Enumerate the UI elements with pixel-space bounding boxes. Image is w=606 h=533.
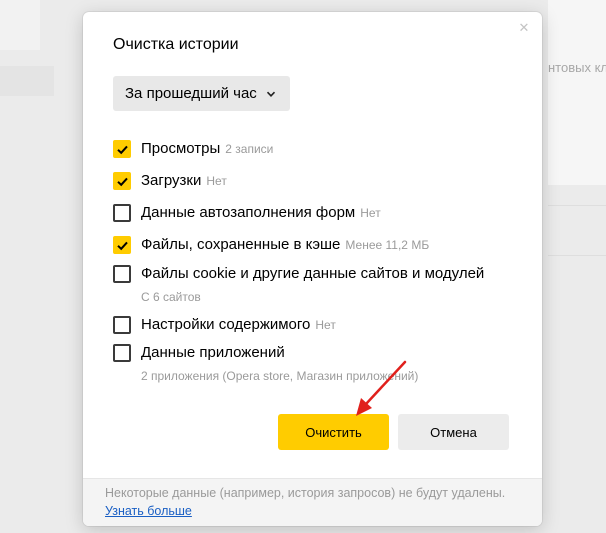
dialog-title: Очистка истории (113, 36, 239, 53)
option-sub-text: С 6 сайтов (141, 290, 201, 304)
background-card-right (548, 0, 606, 185)
option-cache[interactable]: Файлы, сохраненные в кэше Менее 11,2 МБ (113, 236, 429, 254)
background-text: нтовых кл (548, 60, 606, 75)
background-strip-left (0, 66, 54, 96)
learn-more-link[interactable]: Узнать больше (105, 504, 192, 518)
checkbox[interactable] (113, 265, 131, 283)
option-meta: Нет (315, 318, 336, 332)
checkbox-checked[interactable] (113, 140, 131, 158)
background-divider (548, 255, 606, 256)
period-dropdown[interactable]: За прошедший час (113, 76, 290, 111)
clear-history-dialog: ✕ Очистка истории За прошедший час Просм… (83, 12, 542, 526)
checkmark-icon (116, 241, 128, 250)
cancel-button[interactable]: Отмена (398, 414, 509, 450)
checkmark-icon (116, 177, 128, 186)
option-meta: Нет (206, 174, 227, 188)
dialog-footer: Некоторые данные (например, история запр… (83, 478, 542, 526)
option-label: Настройки содержимого (141, 316, 311, 333)
option-label: Просмотры (141, 140, 221, 157)
checkbox-checked[interactable] (113, 236, 131, 254)
option-meta: 2 записи (225, 142, 274, 156)
footer-note: Некоторые данные (например, история запр… (105, 486, 506, 500)
chevron-down-icon (266, 89, 276, 99)
option-label: Файлы cookie и другие данные сайтов и мо… (141, 265, 485, 282)
option-meta: Нет (360, 206, 381, 220)
checkbox[interactable] (113, 344, 131, 362)
option-label: Загрузки (141, 172, 202, 189)
period-selected-value: За прошедший час (125, 85, 257, 102)
option-views[interactable]: Просмотры 2 записи (113, 140, 273, 158)
option-app-data[interactable]: Данные приложений (113, 344, 285, 362)
option-downloads[interactable]: Загрузки Нет (113, 172, 227, 190)
checkbox[interactable] (113, 316, 131, 334)
option-label: Файлы, сохраненные в кэше (141, 236, 341, 253)
option-content-settings[interactable]: Настройки содержимого Нет (113, 316, 336, 334)
option-meta: Менее 11,2 МБ (345, 238, 430, 252)
background-card-left (0, 0, 40, 50)
clear-button[interactable]: Очистить (278, 414, 389, 450)
option-label: Данные автозаполнения форм (141, 204, 356, 221)
background-divider (548, 205, 606, 206)
option-sub-text: 2 приложения (Opera store, Магазин прило… (141, 369, 419, 383)
option-autofill[interactable]: Данные автозаполнения форм Нет (113, 204, 381, 222)
checkbox-checked[interactable] (113, 172, 131, 190)
checkmark-icon (116, 145, 128, 154)
close-icon[interactable]: ✕ (516, 20, 532, 36)
checkbox[interactable] (113, 204, 131, 222)
option-label: Данные приложений (141, 344, 285, 361)
option-cookies[interactable]: Файлы cookie и другие данные сайтов и мо… (113, 265, 484, 283)
